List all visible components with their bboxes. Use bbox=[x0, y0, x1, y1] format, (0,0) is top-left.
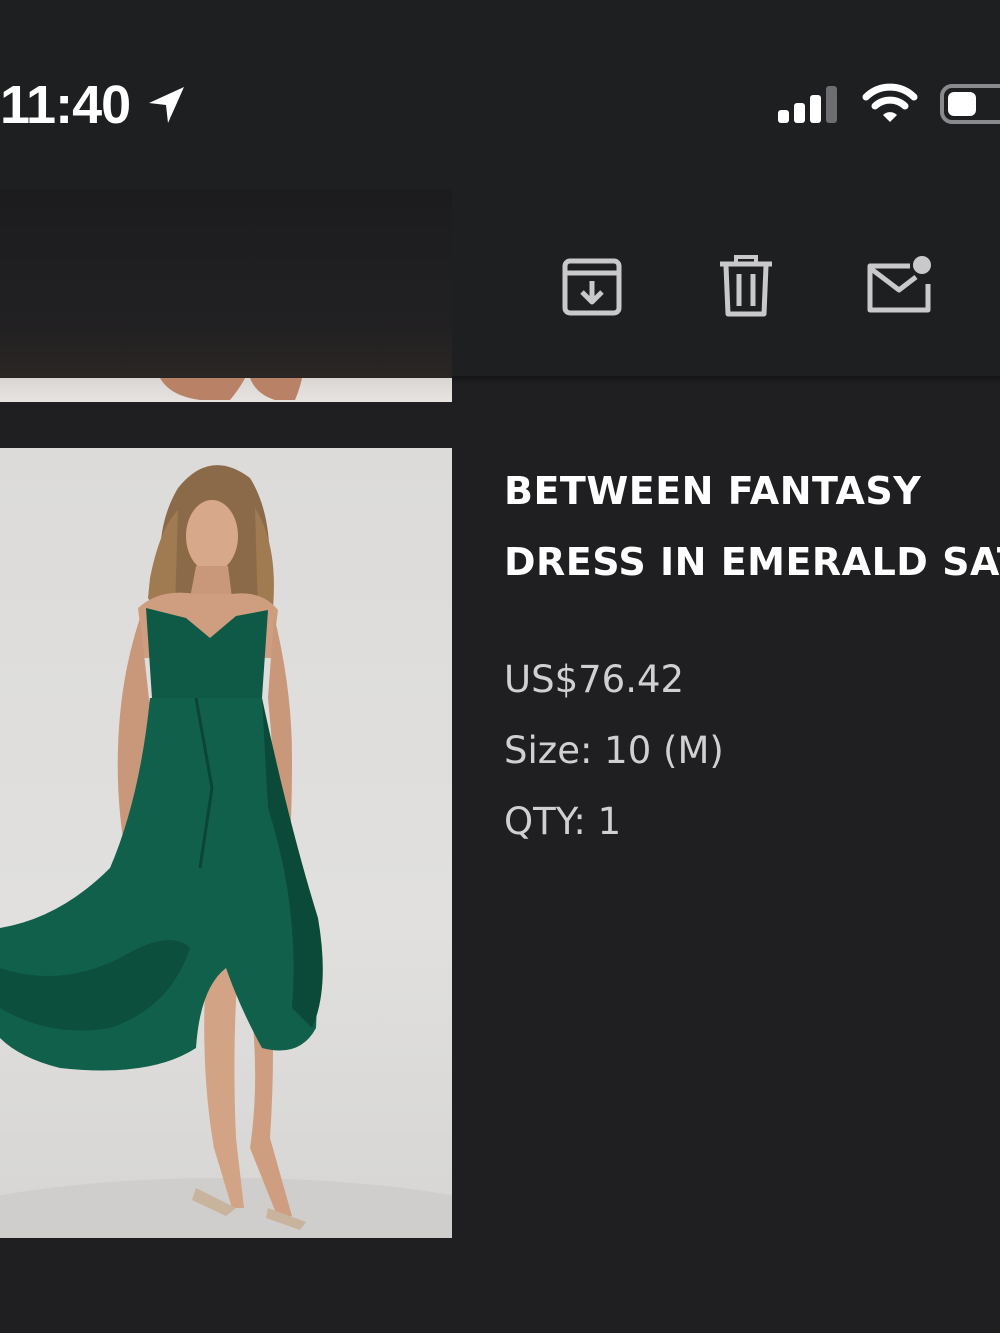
wifi-icon bbox=[862, 83, 918, 122]
previous-product-image bbox=[0, 190, 452, 378]
previous-product-image-bottom bbox=[0, 378, 452, 402]
product-title-line-1[interactable]: BETWEEN FANTASY bbox=[504, 456, 1000, 527]
product-details: BETWEEN FANTASY DRESS IN EMERALD SATIN U… bbox=[504, 456, 1000, 857]
message-toolbar bbox=[0, 190, 1000, 378]
product-price: US$76.42 bbox=[504, 658, 685, 701]
toolbar-shadow bbox=[452, 376, 1000, 384]
status-time: 11:40 bbox=[0, 75, 131, 135]
battery-icon bbox=[940, 84, 1000, 124]
location-arrow-icon bbox=[149, 87, 184, 123]
cellular-signal-icon bbox=[778, 86, 837, 123]
product-title-line-2[interactable]: DRESS IN EMERALD SATIN bbox=[504, 527, 1000, 598]
product-size: Size: 10 (M) bbox=[504, 729, 724, 772]
mark-unread-icon[interactable] bbox=[864, 254, 936, 318]
product-quantity: QTY: 1 bbox=[504, 800, 622, 843]
trash-icon[interactable] bbox=[716, 254, 776, 318]
product-image[interactable] bbox=[0, 448, 452, 1238]
archive-icon[interactable] bbox=[560, 254, 624, 318]
status-bar: 11:40 bbox=[0, 0, 1000, 190]
